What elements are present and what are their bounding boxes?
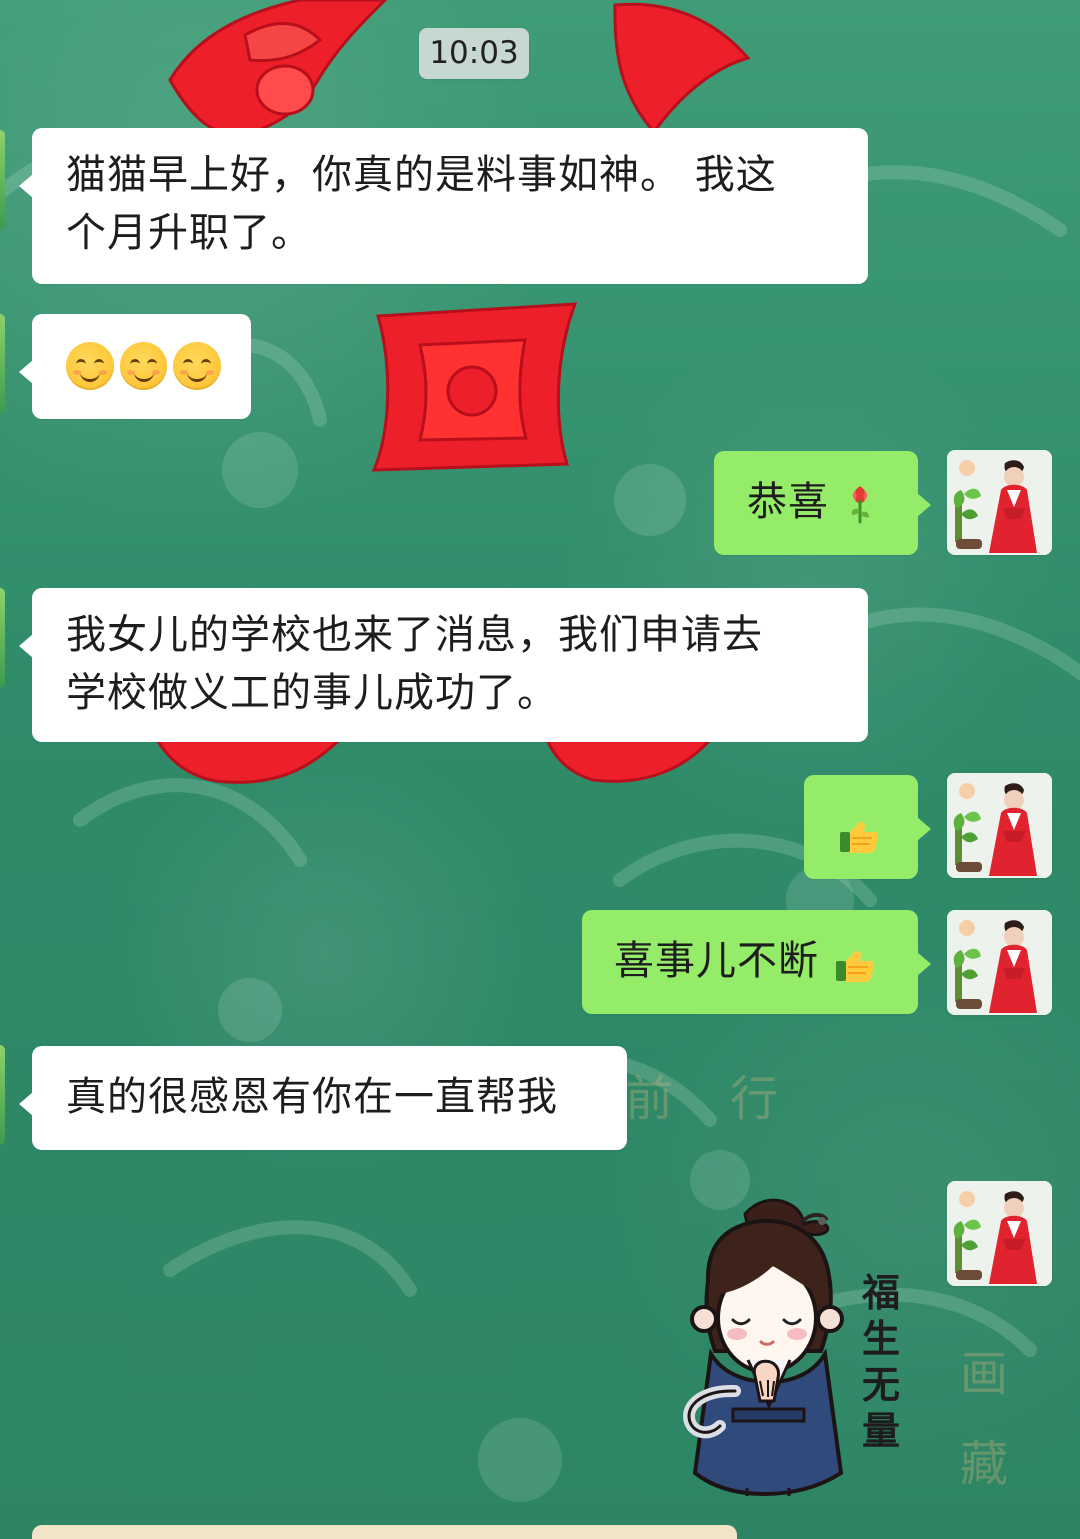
avatar-image [947,910,1052,1015]
smiling-face-mouth [187,369,208,382]
emoji-row [66,342,222,390]
incoming-emoji-bubble[interactable] [19,314,251,419]
svg-text:画: 画 [960,1346,1008,1402]
user-avatar[interactable] [947,450,1052,555]
smiling-face-mouth [80,369,100,382]
partial-next-message [32,1525,737,1539]
smiling-face-blush [98,370,107,375]
svg-text:藏: 藏 [960,1436,1008,1492]
partial-left-avatar [0,130,5,230]
partial-left-avatar [0,588,5,688]
incoming-message-bubble[interactable]: 真的很感恩有你在一直帮我 [19,1046,627,1150]
smiling-face-icon [66,342,114,390]
message-text: 喜事儿不断 [614,938,819,984]
sticker-caption: 福生无量 [861,1271,900,1453]
thumbs-up-icon [837,814,881,854]
user-avatar[interactable] [947,910,1052,1015]
avatar-image [947,450,1052,555]
message-timestamp: 10:03 [419,28,529,79]
message-text: 猫猫早上好，你真的是料事如神。 我这 个月升职了。 [66,152,777,256]
smiling-face-blush [152,370,161,375]
smiling-face-icon [173,342,222,390]
outgoing-icon-bubble[interactable] [804,775,931,879]
thumbs-up-icon [833,943,877,983]
incoming-message-bubble[interactable]: 我女儿的学校也来了消息，我们申请去 学校做义工的事儿成功了。 [19,588,868,742]
partial-left-avatar [0,1045,5,1145]
smiling-face-blush [73,370,81,375]
tulip-icon [847,483,873,525]
avatar-image [947,773,1052,878]
message-text: 恭喜 [747,479,829,525]
message-text: 我女儿的学校也来了消息，我们申请去 学校做义工的事儿成功了。 [66,612,763,716]
avatar-image [947,1181,1052,1286]
svg-text:行: 行 [730,1071,778,1127]
smiling-face-blush [206,370,215,375]
incoming-message-bubble[interactable]: 猫猫早上好，你真的是料事如神。 我这 个月升职了。 [19,128,868,284]
smiling-face-icon [119,342,168,390]
outgoing-message-bubble[interactable]: 恭喜 [714,451,931,555]
outgoing-message-bubble[interactable]: 喜事儿不断 [582,910,931,1014]
user-avatar[interactable] [947,773,1052,878]
svg-text:前: 前 [625,1071,673,1127]
message-text: 真的很感恩有你在一直帮我 [66,1074,558,1120]
smiling-face-blush [126,370,135,375]
user-avatar[interactable] [947,1181,1052,1286]
smiling-face-mouth [133,369,154,382]
partial-left-avatar [0,314,5,414]
